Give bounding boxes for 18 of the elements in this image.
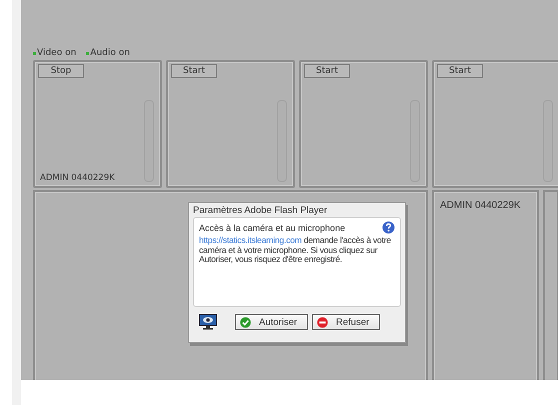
check-icon (240, 316, 251, 328)
site-link[interactable]: https://statics.itslearning.com (199, 235, 302, 245)
stream-button[interactable]: Start (171, 64, 217, 78)
help-icon[interactable] (382, 221, 395, 234)
status-label: Video on (37, 48, 76, 58)
stream-button[interactable]: Start (304, 64, 350, 78)
stream-button[interactable]: Start (437, 64, 483, 78)
allow-button[interactable]: Autoriser (235, 314, 308, 330)
dialog-heading: Accès à la caméra et au microphone (199, 222, 346, 232)
status-label: Audio on (90, 48, 130, 58)
privacy-monitor-icon[interactable] (199, 314, 217, 330)
user-label: ADMIN 0440229K (440, 200, 521, 211)
minus-icon (317, 316, 328, 328)
user-label: ADMIN 0440229K (40, 173, 115, 183)
permission-message: https://statics.itslearning.com demande l'accès à votre caméra et à votre microphone. Si vous cliquez sur Autoriser, vous risquez d'être enregistré. (199, 236, 392, 264)
deny-button[interactable]: Refuser (312, 314, 380, 330)
stream-button[interactable]: Stop (38, 64, 84, 78)
dialog-title: Paramètres Adobe Flash Player (193, 205, 328, 217)
